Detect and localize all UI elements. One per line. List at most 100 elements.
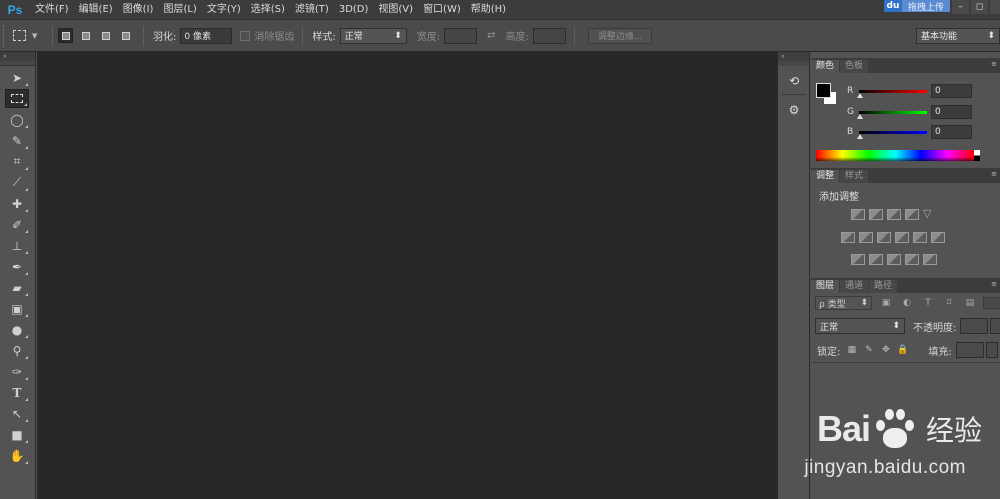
levels-icon[interactable] xyxy=(869,209,883,220)
smart-object-filter-icon[interactable]: ▤ xyxy=(963,297,977,309)
type-tool-icon[interactable]: T xyxy=(5,383,29,402)
fill-dropdown[interactable] xyxy=(985,342,998,358)
color-spectrum-bar[interactable] xyxy=(816,150,974,161)
green-value-input[interactable]: 0 xyxy=(931,105,972,119)
menu-view[interactable]: 视图(V) xyxy=(373,0,418,19)
foreground-color-swatch[interactable] xyxy=(816,83,831,98)
vibrance-icon[interactable]: ▽ xyxy=(923,208,937,220)
workspace-select[interactable]: 基本功能 ⬍ xyxy=(916,27,1000,44)
red-slider-knob[interactable] xyxy=(857,92,863,98)
curves-icon[interactable] xyxy=(887,209,901,220)
document-canvas-area[interactable] xyxy=(37,52,777,499)
panel-menu-icon[interactable]: ≡ xyxy=(991,60,997,68)
blue-slider-knob[interactable] xyxy=(857,133,863,139)
pixel-layer-filter-icon[interactable]: ▣ xyxy=(879,297,893,309)
collapse-dock-icon[interactable]: « xyxy=(778,52,809,61)
menu-image[interactable]: 图像(I) xyxy=(118,0,159,19)
panel-menu-icon[interactable]: ≡ xyxy=(991,280,997,288)
filter-toggle[interactable] xyxy=(983,297,1000,309)
lasso-tool-icon[interactable]: ◯ xyxy=(5,110,29,129)
photo-filter-icon[interactable] xyxy=(895,232,909,243)
fill-input[interactable] xyxy=(955,342,984,358)
menu-type[interactable]: 文字(Y) xyxy=(202,0,246,19)
tab-styles[interactable]: 样式 xyxy=(840,170,869,183)
tab-channels[interactable]: 通道 xyxy=(840,280,869,293)
feather-input[interactable]: 0 像素 xyxy=(180,27,233,44)
add-to-selection-button[interactable] xyxy=(78,28,93,43)
history-brush-tool-icon[interactable]: ✒ xyxy=(5,257,29,276)
hue-saturation-icon[interactable] xyxy=(841,232,855,243)
shape-layer-filter-icon[interactable]: ⌑ xyxy=(942,297,956,309)
blue-value-input[interactable]: 0 xyxy=(931,125,972,139)
blend-mode-select[interactable]: 正常 ⬍ xyxy=(815,318,905,334)
black-white-swatch[interactable] xyxy=(974,150,980,161)
rectangle-tool-icon[interactable]: ■ xyxy=(5,425,29,444)
height-input[interactable] xyxy=(532,27,566,44)
menu-edit[interactable]: 编辑(E) xyxy=(74,0,118,19)
type-layer-filter-icon[interactable]: T xyxy=(921,297,935,309)
new-selection-button[interactable] xyxy=(58,28,73,43)
pen-tool-icon[interactable]: ✑ xyxy=(5,362,29,381)
tab-color[interactable]: 颜色 xyxy=(811,60,840,73)
move-tool-icon[interactable]: ➤ xyxy=(5,68,29,87)
gradient-map-icon[interactable] xyxy=(905,254,919,265)
tool-preset-picker[interactable]: ▼ xyxy=(13,25,47,47)
quick-selection-tool-icon[interactable]: ✎ xyxy=(5,131,29,150)
black-white-icon[interactable] xyxy=(877,232,891,243)
blur-tool-icon[interactable]: ● xyxy=(5,320,29,339)
collapse-panel-icon[interactable]: » xyxy=(0,52,35,61)
history-panel-icon[interactable]: ⟲ xyxy=(782,71,806,91)
drag-upload-button[interactable]: du 拖拽上传 xyxy=(883,0,950,13)
rectangular-marquee-tool-icon[interactable] xyxy=(5,89,29,108)
tab-adjustments[interactable]: 调整 xyxy=(811,170,840,183)
menu-help[interactable]: 帮助(H) xyxy=(466,0,511,19)
lock-image-icon[interactable]: ✎ xyxy=(863,345,874,355)
menu-3d[interactable]: 3D(D) xyxy=(334,0,374,19)
opacity-dropdown[interactable] xyxy=(990,318,1000,334)
minimize-button[interactable]: – xyxy=(952,0,969,14)
maximize-button[interactable]: ◻ xyxy=(971,0,988,14)
panel-menu-icon[interactable]: ≡ xyxy=(991,170,997,178)
adjustment-layer-filter-icon[interactable]: ◐ xyxy=(900,297,914,309)
tab-layers[interactable]: 图层 xyxy=(811,280,840,293)
brush-tool-icon[interactable]: ✐ xyxy=(5,215,29,234)
eraser-tool-icon[interactable]: ▰ xyxy=(5,278,29,297)
color-balance-icon[interactable] xyxy=(859,232,873,243)
threshold-icon[interactable] xyxy=(887,254,901,265)
path-selection-tool-icon[interactable]: ↖ xyxy=(5,404,29,423)
menu-select[interactable]: 选择(S) xyxy=(246,0,290,19)
blue-slider[interactable] xyxy=(857,130,927,139)
tab-paths[interactable]: 路径 xyxy=(869,280,898,293)
width-input[interactable] xyxy=(444,27,478,44)
options-bar-grip[interactable] xyxy=(3,24,9,47)
intersect-selection-button[interactable] xyxy=(118,28,133,43)
opacity-input[interactable] xyxy=(960,318,989,334)
style-select[interactable]: 正常 ⬍ xyxy=(339,27,407,44)
properties-panel-icon[interactable]: ⚙ xyxy=(782,100,806,120)
channel-mixer-icon[interactable] xyxy=(913,232,927,243)
lock-transparent-icon[interactable]: ▦ xyxy=(846,345,857,355)
posterize-icon[interactable] xyxy=(869,254,883,265)
clone-stamp-tool-icon[interactable]: ⊥ xyxy=(5,236,29,255)
dodge-tool-icon[interactable]: ⚲ xyxy=(5,341,29,360)
green-slider[interactable] xyxy=(857,110,927,119)
antialias-checkbox[interactable] xyxy=(240,30,251,41)
subtract-selection-button[interactable] xyxy=(98,28,113,43)
gradient-tool-icon[interactable]: ▣ xyxy=(5,299,29,318)
tab-swatches[interactable]: 色板 xyxy=(840,60,869,73)
tools-panel-grip[interactable] xyxy=(0,61,35,66)
crop-tool-icon[interactable]: ⌗ xyxy=(5,152,29,171)
lock-all-icon[interactable]: 🔒 xyxy=(897,345,908,355)
color-lookup-icon[interactable] xyxy=(931,232,945,243)
selective-color-icon[interactable] xyxy=(923,254,937,265)
menu-layer[interactable]: 图层(L) xyxy=(158,0,201,19)
red-value-input[interactable]: 0 xyxy=(931,84,972,98)
invert-icon[interactable] xyxy=(851,254,865,265)
close-button[interactable] xyxy=(990,0,1000,14)
exposure-icon[interactable] xyxy=(905,209,919,220)
menu-filter[interactable]: 滤镜(T) xyxy=(290,0,334,19)
brightness-contrast-icon[interactable] xyxy=(851,209,865,220)
healing-brush-tool-icon[interactable]: ✚ xyxy=(5,194,29,213)
red-slider[interactable] xyxy=(857,89,927,98)
swap-icon[interactable]: ⇄ xyxy=(487,30,495,41)
